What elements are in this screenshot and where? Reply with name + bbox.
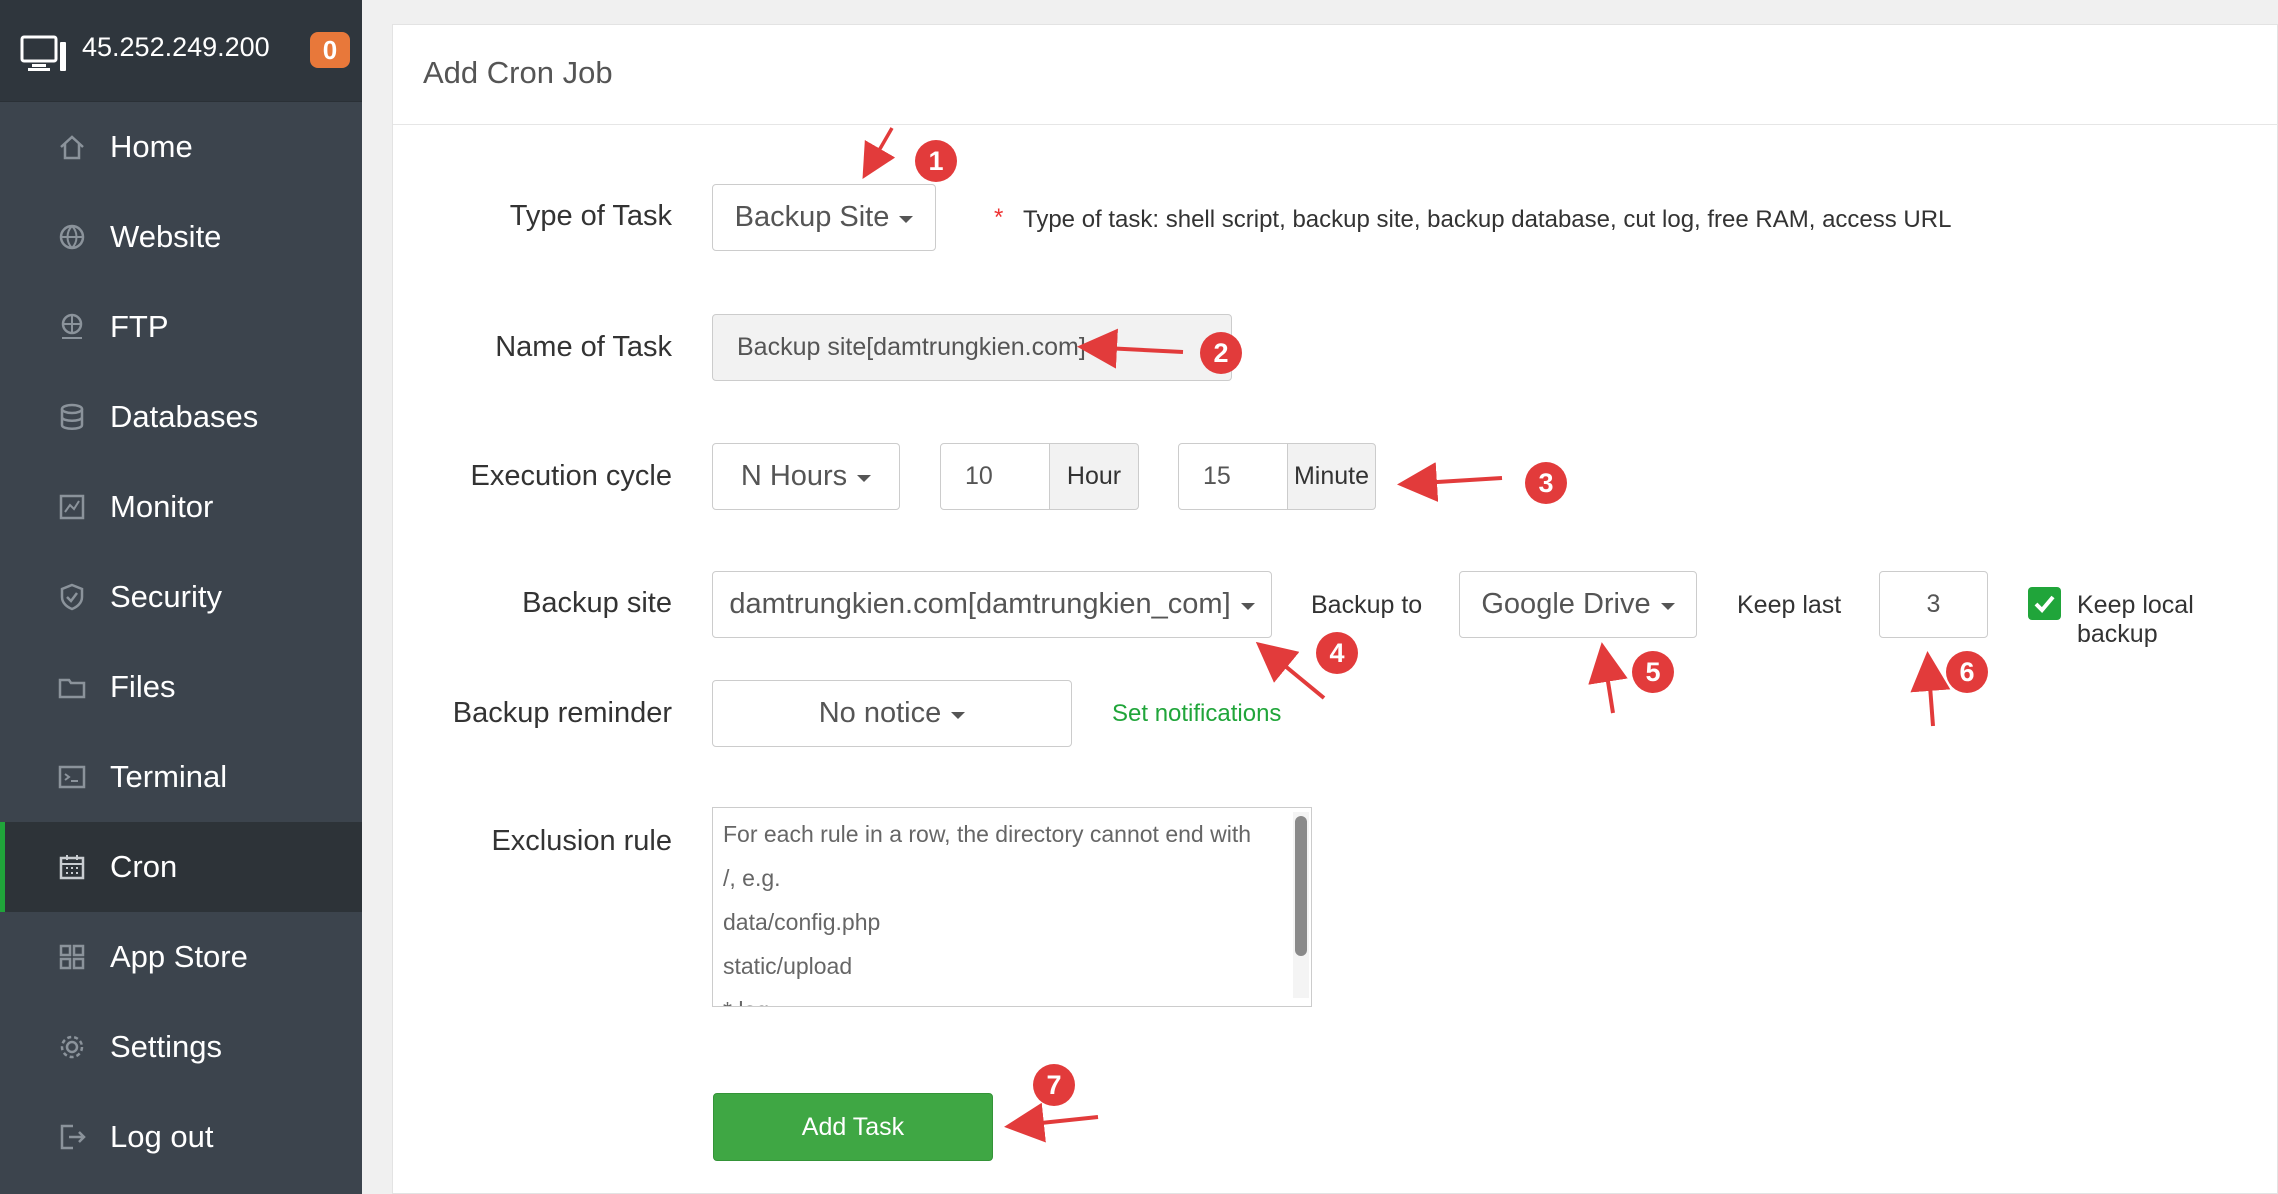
task-name-input[interactable]: Backup site[damtrungkien.com] [712, 314, 1232, 381]
database-icon [56, 401, 88, 433]
backup-reminder-label: Backup reminder [452, 697, 672, 729]
keep-last-input[interactable]: 3 [1879, 571, 1988, 638]
set-notifications-link[interactable]: Set notifications [1112, 700, 1281, 728]
ftp-icon [56, 311, 88, 343]
keep-local-backup-label: Keep local backup [2077, 591, 2194, 648]
backup-to-label: Backup to [1311, 591, 1423, 619]
caret-down-icon [1660, 602, 1675, 610]
sidebar-item-label: Security [110, 579, 222, 614]
server-ip: 45.252.249.200 [82, 32, 270, 62]
sidebar-nav: Home Website FTP Databases Monitor Secur… [0, 102, 362, 1182]
hour-unit-addon: Hour [1049, 443, 1139, 510]
scrollbar-thumb[interactable] [1295, 816, 1307, 956]
textarea-line: /, e.g. [723, 865, 781, 891]
monitor-chart-icon [56, 491, 88, 523]
shield-icon [56, 581, 88, 613]
cycle-value: N Hours [740, 460, 848, 492]
textarea-line: static/upload [723, 953, 853, 979]
sidebar-item-cron[interactable]: Cron [0, 822, 362, 912]
textarea-scrollbar[interactable] [1293, 812, 1309, 998]
backup-to-value: Google Drive [1481, 588, 1651, 620]
checkmark-icon [2034, 595, 2055, 613]
gear-icon [56, 1031, 88, 1063]
annotation-marker-3: 3 [1525, 462, 1567, 504]
annotation-marker-4: 4 [1316, 632, 1358, 674]
sidebar-item-label: Home [110, 129, 193, 164]
reminder-dropdown[interactable]: No notice [712, 680, 1072, 747]
sidebar-item-label: Settings [110, 1029, 223, 1064]
sidebar-item-settings[interactable]: Settings [0, 1002, 362, 1092]
sidebar-item-label: App Store [110, 939, 248, 974]
task-type-dropdown[interactable]: Backup Site [712, 184, 936, 251]
notification-badge[interactable]: 0 [310, 32, 350, 68]
home-icon [56, 131, 88, 163]
sidebar: 45.252.249.200 0 Home Website FTP Databa… [0, 0, 362, 1194]
sidebar-item-label: FTP [110, 309, 169, 344]
sidebar-item-label: Log out [110, 1119, 214, 1154]
required-star: * [994, 204, 1004, 231]
task-type-value: Backup Site [734, 201, 890, 233]
sidebar-item-monitor[interactable]: Monitor [0, 462, 362, 552]
caret-down-icon [857, 474, 872, 482]
task-type-hint: Type of task: shell script, backup site,… [1023, 206, 1952, 233]
sidebar-item-label: Files [110, 669, 176, 704]
sidebar-item-label: Monitor [110, 489, 214, 524]
sidebar-item-label: Website [110, 219, 222, 254]
annotation-marker-6: 6 [1946, 651, 1988, 693]
minute-input[interactable]: 15 [1178, 443, 1288, 510]
backup-site-label: Backup site [522, 587, 672, 619]
task-name-value: Backup site[damtrungkien.com] [737, 333, 1086, 361]
server-monitor-icon [20, 35, 66, 71]
server-header: 45.252.249.200 0 [0, 0, 362, 102]
sidebar-item-label: Databases [110, 399, 259, 434]
sidebar-item-security[interactable]: Security [0, 552, 362, 642]
sidebar-item-files[interactable]: Files [0, 642, 362, 732]
type-of-task-label: Type of Task [509, 200, 672, 232]
keep-last-value: 3 [1926, 590, 1941, 618]
textarea-line: *.log [723, 997, 769, 1006]
execution-cycle-label: Execution cycle [470, 460, 673, 492]
annotation-marker-2: 2 [1200, 332, 1242, 374]
hour-input[interactable]: 10 [940, 443, 1050, 510]
annotation-marker-5: 5 [1632, 651, 1674, 693]
globe-icon [56, 221, 88, 253]
grid-icon [56, 941, 88, 973]
annotation-marker-7: 7 [1033, 1064, 1075, 1106]
caret-down-icon [899, 215, 914, 223]
folder-icon [56, 671, 88, 703]
calendar-icon [56, 851, 88, 883]
panel-header: Add Cron Job [393, 25, 2278, 125]
exclusion-rule-textarea[interactable]: For each rule in a row, the directory ca… [712, 807, 1312, 1007]
sidebar-item-databases[interactable]: Databases [0, 372, 362, 462]
add-task-button[interactable]: Add Task [713, 1093, 993, 1161]
backup-site-dropdown[interactable]: damtrungkien.com[damtrungkien_com] [712, 571, 1272, 638]
minute-value: 15 [1203, 462, 1231, 490]
backup-to-dropdown[interactable]: Google Drive [1459, 571, 1697, 638]
sidebar-item-terminal[interactable]: Terminal [0, 732, 362, 822]
terminal-icon [56, 761, 88, 793]
sidebar-item-label: Cron [110, 849, 178, 884]
caret-down-icon [951, 711, 966, 719]
sidebar-item-website[interactable]: Website [0, 192, 362, 282]
page-title: Add Cron Job [423, 55, 613, 90]
exclusion-rule-label: Exclusion rule [491, 825, 672, 857]
annotation-marker-1: 1 [915, 140, 957, 182]
name-of-task-label: Name of Task [495, 331, 672, 363]
sidebar-item-label: Terminal [110, 759, 228, 794]
reminder-value: No notice [818, 697, 942, 729]
backup-site-value: damtrungkien.com[damtrungkien_com] [729, 588, 1231, 620]
keep-last-label: Keep last [1737, 591, 1842, 619]
hour-value: 10 [965, 462, 993, 490]
cycle-dropdown[interactable]: N Hours [712, 443, 900, 510]
minute-unit-addon: Minute [1287, 443, 1376, 510]
sidebar-item-app-store[interactable]: App Store [0, 912, 362, 1002]
keep-local-backup-checkbox[interactable] [2028, 587, 2061, 620]
caret-down-icon [1240, 602, 1255, 610]
sidebar-item-logout[interactable]: Log out [0, 1092, 362, 1182]
textarea-line: data/config.php [723, 909, 881, 935]
textarea-line: For each rule in a row, the directory ca… [723, 821, 1252, 847]
sidebar-item-home[interactable]: Home [0, 102, 362, 192]
logout-icon [56, 1121, 88, 1153]
sidebar-item-ftp[interactable]: FTP [0, 282, 362, 372]
